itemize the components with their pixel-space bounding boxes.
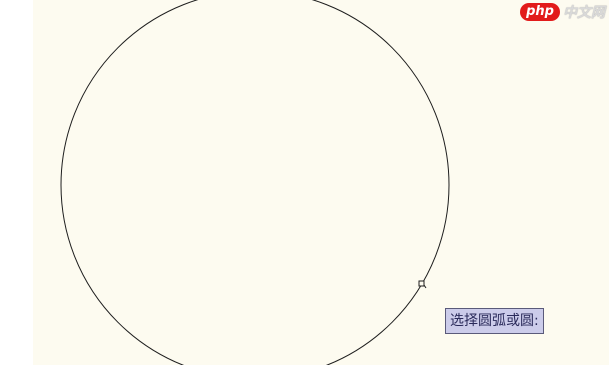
- watermark-text: 中文网: [563, 5, 605, 21]
- watermark-badge: php: [520, 3, 560, 21]
- command-prompt-tooltip: 选择圆弧或圆:: [445, 308, 544, 334]
- prompt-text: 选择圆弧或圆:: [450, 313, 539, 329]
- pickbox-cursor-icon: [418, 280, 425, 287]
- cad-window: php 中文网 选择圆弧或圆:: [0, 0, 609, 365]
- site-watermark: php 中文网: [520, 2, 605, 22]
- circle-entity[interactable]: [60, 0, 450, 365]
